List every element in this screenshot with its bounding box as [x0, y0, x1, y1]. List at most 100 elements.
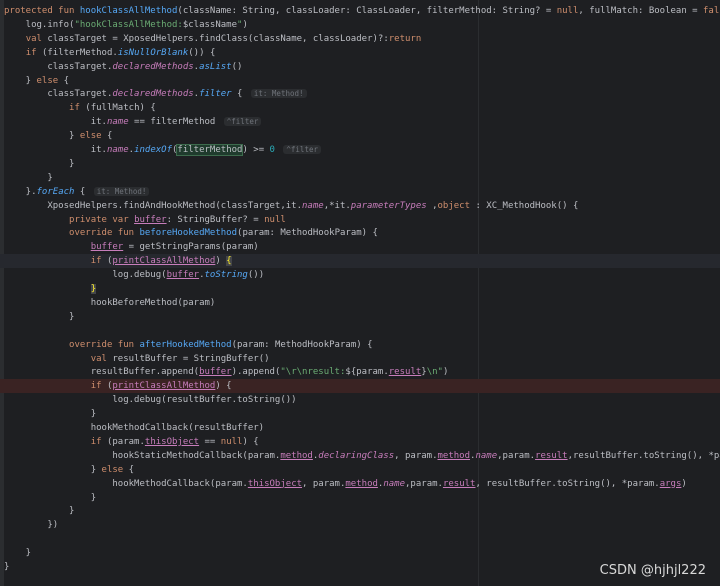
code-line[interactable]: } — [0, 310, 720, 324]
code-token: buffer — [90, 242, 124, 253]
code-line[interactable]: classTarget.declaredMethods.filter { it:… — [0, 87, 720, 101]
code-token: result — [388, 367, 422, 378]
code-token: ,resultBuffer.toString(), *param. — [567, 450, 720, 461]
code-token: classTarget = XposedHelpers.findClass(cl… — [47, 33, 389, 44]
code-token: log.debug( — [4, 270, 167, 281]
code-token: buffer — [166, 270, 200, 281]
code-token: , — [426, 200, 438, 211]
code-line[interactable]: } — [0, 504, 720, 518]
code-line[interactable] — [0, 532, 720, 546]
code-token: filterMethod — [176, 144, 244, 156]
code-token: XposedHelpers.findAndHookMethod(classTar… — [4, 200, 303, 211]
code-token: classTarget. — [4, 61, 113, 72]
code-line[interactable]: } — [0, 491, 720, 505]
inlay-hint: it: Method! — [250, 89, 307, 99]
code-line[interactable] — [0, 324, 720, 338]
code-line[interactable]: } — [0, 282, 720, 296]
code-token: if — [90, 381, 107, 392]
code-token: return — [388, 33, 422, 44]
code-token: { — [63, 75, 70, 86]
code-line[interactable]: hookMethodCallback(param.thisObject, par… — [0, 477, 720, 491]
code-token: result — [442, 478, 476, 489]
code-line[interactable]: private var buffer: StringBuffer? = null — [0, 213, 720, 227]
code-line[interactable]: } else { — [0, 74, 720, 88]
code-line[interactable]: } else { — [0, 463, 720, 477]
code-token: }) — [4, 520, 59, 531]
watermark: CSDN @hjhjl222 — [599, 563, 706, 578]
code-token: : XC_MethodHook() { — [475, 200, 579, 211]
code-line[interactable]: hookBeforeMethod(param) — [0, 296, 720, 310]
code-token: hookStaticMethodCallback(param. — [4, 450, 281, 461]
code-token: ).append( — [231, 367, 281, 378]
code-line[interactable]: val classTarget = XposedHelpers.findClas… — [0, 32, 720, 46]
code-line[interactable]: resultBuffer.append(buffer).append("\r\n… — [0, 365, 720, 379]
code-token: args — [659, 478, 682, 489]
code-token: name — [383, 478, 406, 489]
code-token: : StringBuffer? = — [166, 214, 265, 225]
code-token: ,param. — [497, 450, 536, 461]
code-line[interactable]: if (param.thisObject == null) { — [0, 435, 720, 449]
code-token: log.debug(resultBuffer.toString()) — [4, 395, 297, 406]
code-token: filter — [199, 89, 232, 100]
code-token: val — [90, 353, 113, 364]
code-token: hookMethodCallback(resultBuffer) — [4, 423, 265, 433]
code-token: declaringClass — [318, 450, 395, 461]
code-line[interactable]: classTarget.declaredMethods.asList() — [0, 60, 720, 74]
code-line[interactable]: } — [0, 171, 720, 185]
inlay-hint: ^filter — [223, 117, 262, 127]
code-token: { — [231, 89, 248, 100]
code-line[interactable]: if (printClassAllMethod) { — [0, 254, 720, 269]
code-token: private var — [69, 214, 135, 225]
code-token: $className — [182, 19, 238, 30]
code-token: thisObject — [247, 478, 303, 489]
code-token: isNullOrBlank — [117, 47, 189, 58]
code-token: } — [90, 284, 97, 294]
code-line[interactable]: if (filterMethod.isNullOrBlank()) { — [0, 46, 720, 60]
code-line[interactable]: log.debug(buffer.toString()) — [0, 268, 720, 282]
code-line[interactable]: if (printClassAllMethod) { — [0, 379, 720, 394]
code-line[interactable]: override fun beforeHookedMethod(param: M… — [0, 226, 720, 240]
code-line[interactable]: hookMethodCallback(resultBuffer) — [0, 421, 720, 435]
code-line[interactable]: } — [0, 157, 720, 171]
inlay-hint: it: Method! — [93, 186, 150, 196]
code-token: ) — [681, 478, 687, 489]
code-line[interactable]: it.name.indexOf(filterMethod) >= 0 ^filt… — [0, 143, 720, 157]
code-token: } — [4, 548, 32, 559]
code-token: (param: MethodHookParam) { — [231, 339, 373, 350]
code-line[interactable]: log.debug(resultBuffer.toString()) — [0, 393, 720, 407]
code-line[interactable]: buffer = getStringParams(param) — [0, 240, 720, 254]
code-line[interactable]: override fun afterHookedMethod(param: Me… — [0, 338, 720, 352]
code-line[interactable]: }.forEach { it: Method! — [0, 185, 720, 199]
code-line[interactable]: XposedHelpers.findAndHookMethod(classTar… — [0, 199, 720, 213]
code-line[interactable]: it.name == filterMethod ^filter — [0, 115, 720, 129]
code-token: } — [4, 311, 75, 322]
code-line[interactable]: hookStaticMethodCallback(param.method.de… — [0, 449, 720, 463]
code-token: ) — [242, 19, 248, 30]
inlay-hint: ^filter — [283, 145, 321, 154]
code-token: override fun — [69, 339, 140, 350]
code-token: declaredMethods — [112, 61, 194, 72]
code-line[interactable]: log.info("hookClassAllMethod:$className"… — [0, 18, 720, 32]
code-token: }. — [4, 186, 37, 197]
code-token: else — [101, 464, 129, 475]
code-line[interactable]: } else { — [0, 129, 720, 143]
code-token: { — [128, 464, 135, 475]
code-line[interactable]: }) — [0, 518, 720, 532]
code-line[interactable]: } — [0, 407, 720, 421]
code-token: declaredMethods — [112, 89, 194, 100]
code-line[interactable]: val resultBuffer = StringBuffer() — [0, 352, 720, 366]
code-token: buffer — [199, 367, 232, 378]
code-token: indexOf — [134, 145, 172, 155]
code-editor[interactable]: protected fun hookClassAllMethod(classNa… — [0, 0, 720, 586]
code-token: else — [36, 75, 64, 86]
code-token: log.info( — [4, 19, 75, 30]
code-line[interactable]: protected fun hookClassAllMethod(classNa… — [0, 4, 720, 18]
code-line[interactable]: if (fullMatch) { — [0, 101, 720, 115]
code-line[interactable]: } — [0, 546, 720, 560]
code-token: val — [25, 33, 48, 44]
